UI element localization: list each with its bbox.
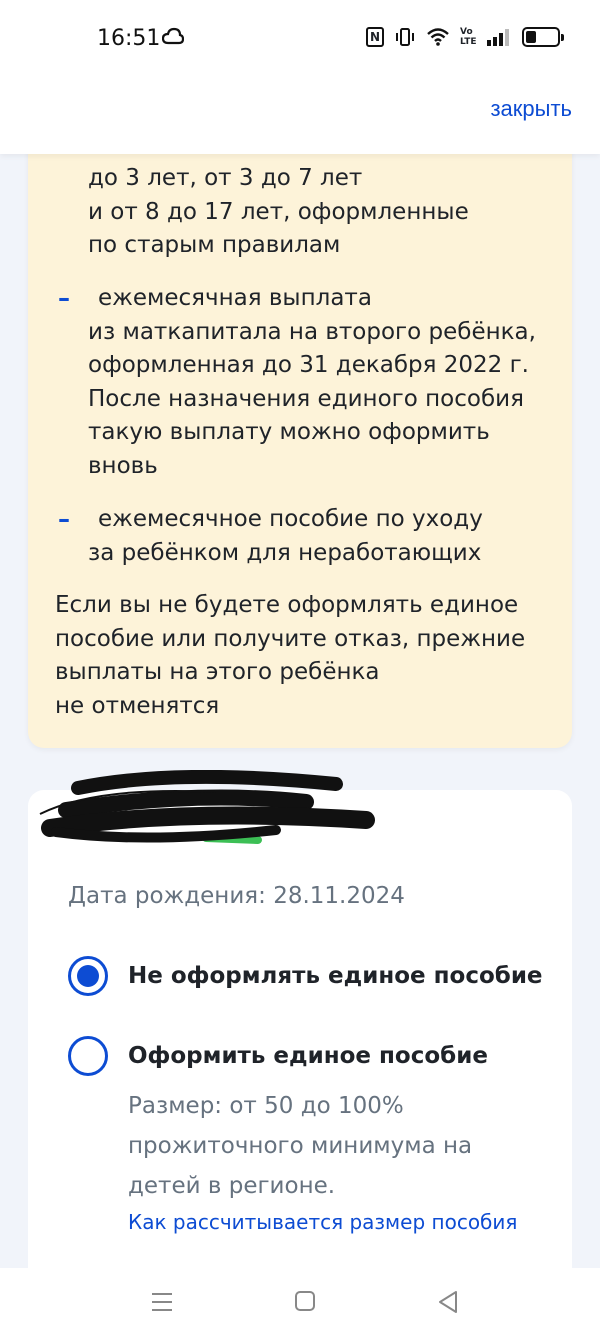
info-item-2-line: такую выплату можно оформить <box>88 419 490 445</box>
back-icon[interactable] <box>437 1290 459 1314</box>
info-item-2-line: ежемесячная выплата <box>98 285 372 311</box>
system-nav-bar <box>0 1268 600 1339</box>
list-dash-icon: – <box>58 505 70 533</box>
cloud-icon <box>162 27 184 45</box>
benefit-size-line: прожиточного минимума на <box>128 1133 473 1159</box>
info-note-line: Если вы не будете оформлять единое <box>55 592 519 618</box>
top-bar: закрыть <box>0 78 600 154</box>
radio-apply-benefit-label[interactable]: Оформить единое пособие <box>128 1043 488 1069</box>
child-card: Дата рождения: 28.11.2024 Не оформлять е… <box>28 770 572 1290</box>
birth-date: Дата рождения: 28.11.2024 <box>68 883 405 909</box>
benefit-size-line: Размер: от 50 до 100% <box>128 1093 404 1119</box>
info-item-2: ежемесячная выплата из маткапитала на вт… <box>88 282 536 483</box>
benefit-calculation-link[interactable]: Как рассчитывается размер пособия <box>128 1210 517 1234</box>
info-note-line: пособие или получите отказ, прежние <box>55 625 526 652</box>
close-button[interactable]: закрыть <box>490 96 572 122</box>
home-icon[interactable] <box>294 1290 316 1312</box>
info-item-1: до 3 лет, от 3 до 7 лет и от 8 до 17 лет… <box>88 162 469 263</box>
benefit-size-description: Размер: от 50 до 100% прожиточного миним… <box>128 1086 528 1206</box>
vibrate-icon <box>396 28 414 46</box>
info-item-1-line: по старым правилам <box>88 232 341 258</box>
info-item-3: ежемесячное пособие по уходу за ребёнком… <box>88 503 483 570</box>
info-item-2-line: После назначения единого пособия <box>88 385 524 412</box>
info-item-3-line: ежемесячное пособие по уходу <box>98 506 483 532</box>
list-dash-icon: – <box>58 284 70 312</box>
info-item-2-line: оформленная до 31 декабря 2022 г. <box>88 352 529 378</box>
info-note-line: не отменятся <box>55 692 220 719</box>
radio-no-benefit[interactable] <box>68 956 108 996</box>
radio-no-benefit-label[interactable]: Не оформлять единое пособие <box>128 963 543 989</box>
info-item-2-line: из маткапитала на второго ребёнка, <box>88 318 536 345</box>
info-item-2-line: вновь <box>88 452 158 479</box>
signal-icon <box>487 29 509 46</box>
benefit-size-line: детей в регионе. <box>128 1173 336 1199</box>
radio-apply-benefit[interactable] <box>68 1036 108 1076</box>
nfc-icon: N <box>366 27 384 47</box>
info-item-3-line: за ребёнком для неработающих <box>88 539 482 566</box>
info-card: до 3 лет, от 3 до 7 лет и от 8 до 17 лет… <box>28 100 572 748</box>
volte-icon: Vo LTE <box>460 27 477 47</box>
info-item-1-line: до 3 лет, от 3 до 7 лет <box>88 165 363 191</box>
wifi-icon <box>427 28 449 46</box>
battery-icon <box>522 27 564 47</box>
menu-icon[interactable] <box>150 1290 174 1314</box>
status-icons: N Vo LTE <box>366 27 564 47</box>
info-note: Если вы не будете оформлять единое пособ… <box>55 589 525 723</box>
redaction-scribble <box>39 770 375 844</box>
status-time: 16:51 <box>97 26 161 51</box>
info-item-1-line: и от 8 до 17 лет, оформленные <box>88 198 469 225</box>
info-note-line: выплаты на этого ребёнка <box>55 659 380 685</box>
status-bar: 16:51 N Vo LTE <box>0 0 600 78</box>
